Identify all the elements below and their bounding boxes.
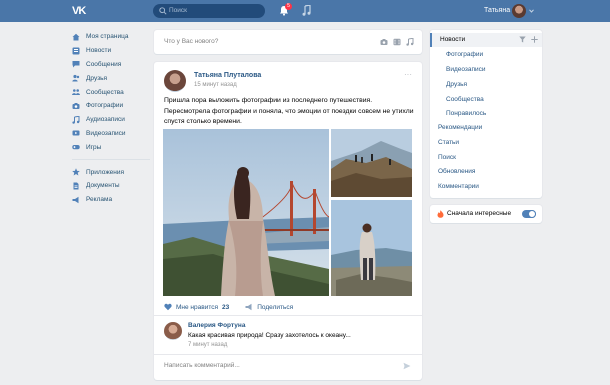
composer-placeholder: Что у Вас нового? [164, 38, 219, 45]
chevron-down-icon[interactable] [529, 9, 534, 13]
vk-logo[interactable]: VK [72, 5, 90, 17]
like-button[interactable]: Мне нравится 23 [164, 303, 229, 311]
video-icon[interactable] [393, 38, 401, 46]
nav-item-photos[interactable]: Фотографии [72, 99, 152, 113]
post-card: Татьяна Плуталова 15 минут назад ··· При… [154, 62, 422, 380]
menu-subitem-friends[interactable]: Друзья [446, 78, 467, 92]
plus-icon[interactable] [531, 36, 538, 43]
camera-icon[interactable] [380, 38, 388, 46]
nav-item-audio[interactable]: Аудиозаписи [72, 113, 152, 127]
post-divider [154, 315, 422, 316]
menu-subitem-photos[interactable]: Фотографии [446, 48, 483, 62]
comment-divider [154, 354, 422, 355]
nav-item-documents[interactable]: Документы [72, 179, 152, 193]
camera-icon [72, 102, 80, 109]
communities-icon [72, 89, 80, 96]
nav-item-communities[interactable]: Сообщества [72, 85, 152, 99]
comment-text: Какая красивая природа! Сразу захотелось… [188, 332, 351, 339]
friends-icon [72, 75, 80, 82]
nav-item-label: Сообщения [86, 60, 122, 68]
nav-item-label: Сообщества [86, 88, 124, 96]
post-photo-viewpoint[interactable] [331, 200, 412, 296]
nav-item-label: Фотографии [86, 102, 124, 110]
nav-item-label: Новости [86, 47, 112, 55]
music-icon[interactable] [302, 5, 311, 16]
post-author-name[interactable]: Татьяна Плуталова [194, 72, 261, 79]
nav-item-label: Аудиозаписи [86, 116, 125, 124]
megaphone-icon [245, 303, 252, 311]
nav-item-games[interactable]: Игры [72, 140, 152, 154]
interesting-first-label: Сначала интересные [447, 210, 512, 217]
post-timestamp[interactable]: 15 минут назад [194, 82, 237, 88]
post-photo-rocks[interactable] [331, 129, 412, 197]
nav-item-label: Игры [86, 143, 102, 151]
menu-item-recommendations[interactable]: Рекомендации [438, 121, 482, 135]
apps-icon [72, 168, 80, 176]
interesting-first-toggle[interactable] [522, 210, 536, 218]
comment-timestamp[interactable]: 7 минут назад [188, 342, 227, 348]
nav-item-messages[interactable]: Сообщения [72, 58, 152, 72]
interesting-first-card: Сначала интересные [430, 205, 542, 223]
share-button[interactable]: Поделиться [245, 303, 293, 311]
documents-icon [73, 182, 79, 190]
like-count: 23 [222, 303, 230, 311]
news-filter-menu: Новости Фотографии Видеозаписи Друзья Со… [430, 30, 542, 198]
fire-icon [437, 210, 444, 218]
nav-item-friends[interactable]: Друзья [72, 71, 152, 85]
header-avatar[interactable] [512, 4, 526, 18]
search-input[interactable]: Поиск [153, 4, 265, 18]
menu-subitem-communities[interactable]: Сообщества [446, 93, 484, 107]
comment-author-avatar[interactable] [164, 322, 182, 340]
menu-item-updates[interactable]: Обновления [438, 165, 475, 179]
share-label: Поделиться [257, 303, 294, 311]
nav-item-label: Документы [86, 182, 120, 190]
post-photo-golden-gate[interactable] [163, 129, 329, 296]
top-header: VK Поиск 5 Татьяна [0, 0, 610, 22]
menu-item-comments[interactable]: Комментарии [438, 180, 479, 194]
ads-icon [72, 196, 79, 203]
nav-item-label: Реклама [86, 196, 113, 204]
notifications-badge: 5 [285, 3, 292, 10]
comment-author-name[interactable]: Валерия Фортуна [188, 322, 245, 329]
nav-item-apps[interactable]: Приложения [72, 165, 152, 179]
search-icon [159, 7, 167, 15]
home-icon [72, 33, 80, 41]
messages-icon [72, 61, 80, 68]
video-icon [72, 130, 80, 136]
nav-item-ads[interactable]: Реклама [72, 193, 152, 207]
games-icon [72, 145, 80, 150]
like-label: Мне нравится [176, 303, 219, 311]
search-placeholder: Поиск [169, 7, 188, 14]
music-icon[interactable] [406, 38, 414, 46]
header-user-name[interactable]: Татьяна [484, 7, 510, 15]
nav-item-label: Видеозаписи [86, 129, 126, 137]
comment-input[interactable]: Написать комментарий... [164, 362, 240, 369]
menu-subitem-videos[interactable]: Видеозаписи [446, 63, 486, 77]
menu-item-search[interactable]: Поиск [438, 151, 456, 165]
menu-subitem-liked[interactable]: Понравилось [446, 107, 486, 121]
news-icon [72, 47, 80, 55]
heart-icon [164, 303, 172, 311]
menu-item-articles[interactable]: Статьи [438, 136, 459, 150]
post-actions: Мне нравится 23 Поделиться [164, 301, 309, 313]
nav-item-label: Приложения [86, 168, 125, 176]
post-text: Пришла пора выложить фотографии из после… [164, 97, 414, 125]
nav-item-my-page[interactable]: Моя страница [72, 30, 152, 44]
nav-item-label: Моя страница [86, 33, 129, 41]
nav-item-news[interactable]: Новости [72, 44, 152, 58]
music-icon [72, 115, 80, 124]
more-options-icon[interactable]: ··· [404, 70, 412, 79]
nav-divider [72, 159, 150, 161]
post-author-avatar[interactable] [164, 70, 186, 92]
post-composer[interactable]: Что у Вас нового? [154, 30, 422, 54]
left-nav: Моя страница Новости Сообщения Друзья Со… [72, 30, 152, 207]
toggle-knob [528, 210, 536, 218]
nav-item-video[interactable]: Видеозаписи [72, 127, 152, 141]
nav-item-label: Друзья [86, 74, 108, 82]
send-icon[interactable] [403, 362, 411, 370]
filter-icon[interactable] [519, 36, 526, 43]
